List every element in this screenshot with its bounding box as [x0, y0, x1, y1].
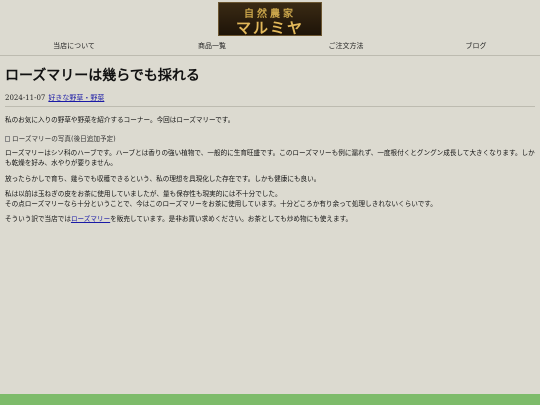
- category-link[interactable]: 好きな野草・野菜: [48, 94, 104, 102]
- image-alt-text: ローズマリーの写真(後日追加予定): [12, 135, 116, 143]
- nav-about[interactable]: 当店について: [53, 41, 95, 51]
- post-meta: 2024-11-07 好きな野草・野菜: [5, 93, 104, 103]
- paragraph-4-pre: そういう訳で当店では: [5, 215, 71, 223]
- rosemary-product-link[interactable]: ローズマリー: [71, 215, 110, 223]
- post-date: 2024-11-07: [5, 94, 46, 102]
- logo-line-2: マルミヤ: [235, 19, 304, 36]
- broken-image-icon: [5, 136, 10, 142]
- paragraph-4: そういう訳で当店ではローズマリーを販売しています。是非お買い求めください。お茶と…: [5, 215, 352, 225]
- intro-paragraph: 私のお気に入りの野草や野菜を紹介するコーナー。今回はローズマリーです。: [5, 116, 235, 124]
- nav-products[interactable]: 商品一覧: [198, 41, 226, 51]
- paragraph-3: 私は以前は玉ねぎの皮をお茶に使用していましたが、量も保存性も現実的には不十分でし…: [5, 190, 437, 209]
- nav-blog[interactable]: ブログ: [466, 41, 487, 51]
- paragraph-3-line-2: その点ローズマリーなら十分ということで、今はこのローズマリーをお茶に使用していま…: [5, 199, 437, 208]
- divider: [5, 106, 535, 107]
- nav-order[interactable]: ご注文方法: [329, 41, 364, 51]
- paragraph-4-post: を販売しています。是非お買い求めください。お茶としても炒め物にも使えます。: [110, 215, 353, 223]
- paragraph-3-line-1: 私は以前は玉ねぎの皮をお茶に使用していましたが、量も保存性も現実的には不十分でし…: [5, 190, 282, 198]
- article-image: ローズマリーの写真(後日追加予定): [5, 133, 116, 143]
- footer-bar: [0, 394, 540, 405]
- main-nav: 当店について 商品一覧 ご注文方法 ブログ: [0, 40, 540, 56]
- paragraph-1: ローズマリーはシソ科のハーブです。ハーブとは香りの強い植物で、一般的に生育旺盛で…: [5, 149, 535, 167]
- paragraph-2: 放ったらかしで育ち、幾らでも収穫できるという、私の理想を具現化した存在です。しか…: [5, 175, 321, 183]
- page-title: ローズマリーは幾らでも採れる: [5, 68, 200, 84]
- site-logo[interactable]: 自然農家 マルミヤ: [218, 2, 322, 36]
